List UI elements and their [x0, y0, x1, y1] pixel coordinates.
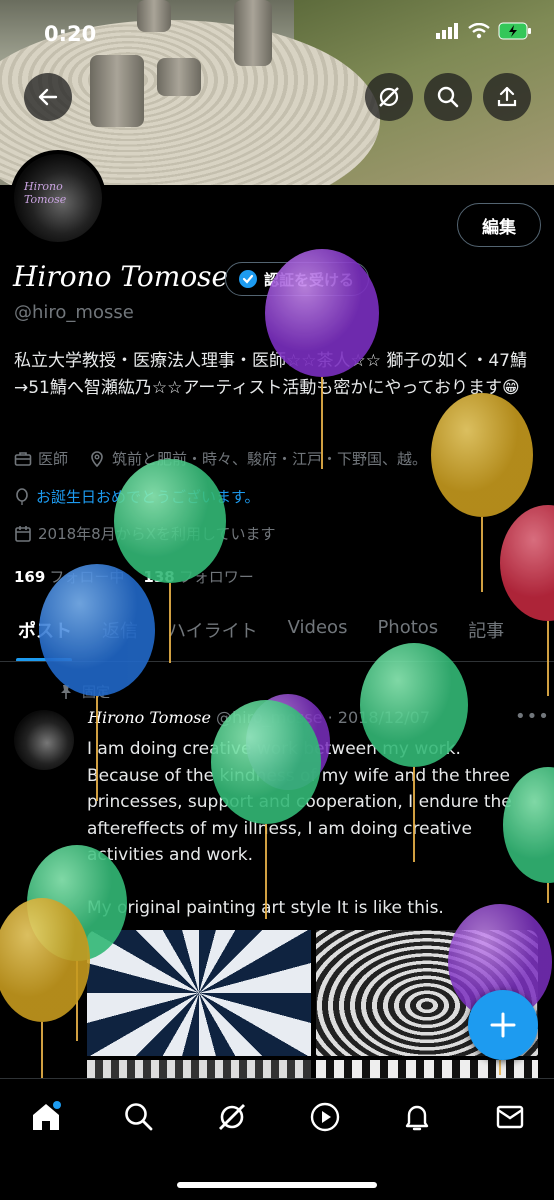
home-indicator	[177, 1182, 377, 1188]
banner-stone	[90, 55, 144, 127]
battery-icon	[498, 22, 531, 40]
share-button[interactable]	[483, 73, 531, 121]
more-options-icon[interactable]: •••	[515, 706, 550, 727]
balloon-yellow	[0, 898, 90, 1082]
status-bar: 0:20	[0, 18, 554, 54]
birthday-row: お誕生日おめでとうございます。	[14, 486, 260, 507]
search-icon	[437, 86, 459, 108]
mail-icon	[496, 1105, 524, 1129]
post-avatar[interactable]	[14, 710, 74, 770]
search-button[interactable]	[424, 73, 472, 121]
profession-text: 医師	[38, 450, 69, 468]
balloon-icon	[16, 487, 28, 505]
joined-row: 2018年8月からXを利用しています	[14, 523, 276, 544]
wifi-icon	[468, 23, 490, 39]
nav-video[interactable]	[305, 1097, 345, 1137]
post-date: 2018/12/07	[337, 708, 430, 727]
profile-bio: 私立大学教授・医療法人理事・医師☆☆茶人☆☆ 獅子の如く・47鯖 →51鯖へ智瀬…	[14, 351, 527, 398]
post-image[interactable]	[87, 930, 311, 1056]
profile-tabs: ポスト 返信 ハイライト Videos Photos 記事	[0, 612, 554, 662]
post-author-name[interactable]: Hirono Tomose	[88, 708, 211, 727]
following-label: フォロー中	[49, 568, 125, 586]
nav-messages[interactable]	[490, 1097, 530, 1137]
verify-label: 認証を受ける	[264, 270, 355, 289]
following-count: 169	[14, 568, 46, 586]
bell-icon	[405, 1105, 429, 1131]
nav-home[interactable]	[26, 1097, 66, 1137]
calendar-icon	[15, 525, 31, 542]
profile-meta-row: 医師 筑前と肥前・時々、駿府・江戸・下野国、越。	[14, 448, 427, 469]
pinned-indicator: 固定	[58, 682, 110, 702]
nav-grok[interactable]	[212, 1097, 252, 1137]
back-button[interactable]	[24, 73, 72, 121]
video-icon	[310, 1102, 340, 1132]
status-time: 0:20	[44, 22, 97, 46]
back-arrow-icon	[38, 88, 58, 106]
verified-badge-icon	[239, 270, 257, 288]
birthday-text[interactable]: お誕生日おめでとうございます。	[36, 486, 260, 507]
profile-handle: @hiro_mosse	[14, 302, 134, 323]
search-icon	[125, 1103, 153, 1131]
grok-icon	[379, 87, 399, 107]
tab-highlights[interactable]: ハイライト	[150, 612, 270, 661]
plus-icon	[490, 1012, 516, 1038]
compose-button[interactable]	[468, 990, 538, 1060]
grok-button[interactable]	[365, 73, 413, 121]
share-icon	[497, 86, 517, 107]
profile-name: Hirono Tomose	[13, 260, 229, 293]
post-header: Hirono Tomose @hiro_mosse · 2018/12/07	[88, 708, 430, 727]
tab-articles[interactable]: 記事	[450, 612, 516, 661]
nav-notifications[interactable]	[397, 1097, 437, 1137]
briefcase-icon	[14, 451, 32, 466]
follow-counts: 169 フォロー中 138 フォロワー	[14, 566, 254, 587]
tab-videos[interactable]: Videos	[270, 612, 360, 661]
location-text: 筑前と肥前・時々、駿府・江戸・下野国、越。	[112, 450, 428, 468]
get-verified-button[interactable]: 認証を受ける	[225, 262, 370, 296]
edit-profile-button[interactable]: 編集	[457, 203, 541, 247]
pin-icon	[61, 685, 71, 699]
tab-replies[interactable]: 返信	[84, 612, 150, 661]
pinned-label: 固定	[82, 685, 110, 701]
location-pin-icon	[91, 450, 103, 467]
banner-stone	[157, 58, 201, 96]
home-icon	[33, 1101, 61, 1130]
grok-icon	[219, 1104, 245, 1130]
followers-link[interactable]: 138 フォロワー	[143, 568, 253, 586]
tab-photos[interactable]: Photos	[359, 612, 450, 661]
post-author-handle: @hiro_mosse	[216, 708, 323, 727]
joined-text: 2018年8月からXを利用しています	[38, 525, 276, 543]
status-icons	[436, 22, 532, 40]
balloon-yellow	[431, 393, 533, 592]
avatar-text: Hirono Tomose	[24, 180, 67, 206]
followers-label: フォロワー	[178, 568, 254, 586]
balloon-red	[500, 505, 554, 696]
followers-count: 138	[143, 568, 175, 586]
profile-avatar[interactable]: Hirono Tomose	[10, 150, 106, 246]
following-link[interactable]: 169 フォロー中	[14, 568, 124, 586]
nav-search[interactable]	[119, 1097, 159, 1137]
tab-posts[interactable]: ポスト	[0, 612, 84, 661]
signal-icon	[436, 23, 458, 39]
post-text: I am doing creative work between my work…	[87, 739, 512, 918]
